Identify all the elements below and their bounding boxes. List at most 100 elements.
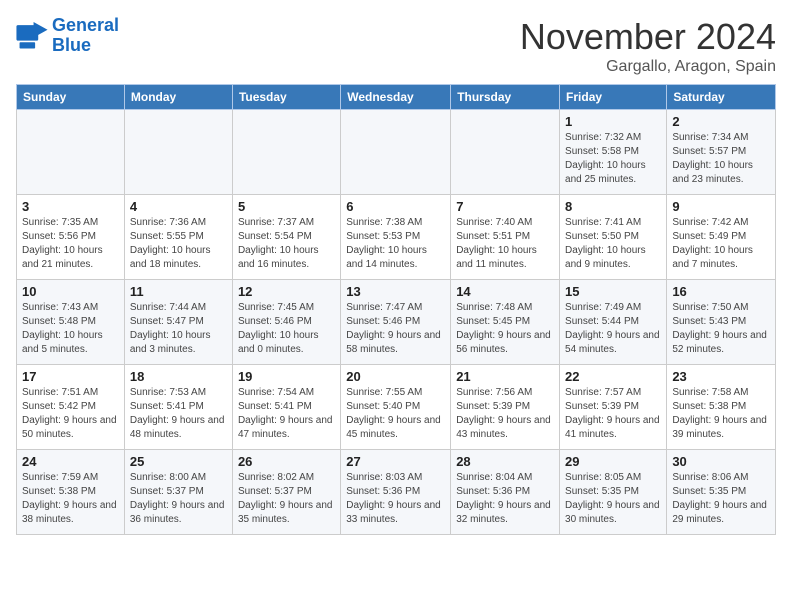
day-info: Sunrise: 7:56 AM Sunset: 5:39 PM Dayligh… <box>456 386 554 442</box>
day-info: Sunrise: 7:49 AM Sunset: 5:44 PM Dayligh… <box>565 301 661 357</box>
day-info: Sunrise: 7:58 AM Sunset: 5:38 PM Dayligh… <box>672 386 770 442</box>
calendar-day-cell: 27Sunrise: 8:03 AM Sunset: 5:36 PM Dayli… <box>341 450 451 535</box>
calendar-day-cell: 12 Sunrise: 7:45 AM Sunset: 5:46 PM Dayli… <box>232 280 340 365</box>
day-number: 1 <box>565 114 661 129</box>
day-info: Sunrise: 7:54 AM Sunset: 5:41 PM Dayligh… <box>238 386 335 442</box>
day-number: 7 <box>456 199 554 214</box>
calendar-day-cell: 20 Sunrise: 7:55 AM Sunset: 5:40 PM Dayli… <box>341 365 451 450</box>
day-number: 19 <box>238 369 335 384</box>
day-number: 3 <box>22 199 119 214</box>
logo-icon <box>16 22 48 50</box>
calendar-day-cell: 9 Sunrise: 7:42 AM Sunset: 5:49 PM Daylig… <box>667 195 776 280</box>
calendar-day-cell: 18 Sunrise: 7:53 AM Sunset: 5:41 PM Dayli… <box>124 365 232 450</box>
calendar-day-cell: 24 Sunrise: 7:59 AM Sunset: 5:38 PM Dayli… <box>17 450 125 535</box>
calendar-body: 1 Sunrise: 7:32 AM Sunset: 5:58 PM Daylig… <box>17 110 776 535</box>
day-number: 10 <box>22 284 119 299</box>
calendar-day-cell: 5Sunrise: 7:37 AM Sunset: 5:54 PM Daylig… <box>232 195 340 280</box>
calendar-day-cell: 14 Sunrise: 7:48 AM Sunset: 5:45 PM Dayli… <box>451 280 560 365</box>
day-number: 20 <box>346 369 445 384</box>
calendar-week-row: 3 Sunrise: 7:35 AM Sunset: 5:56 PM Daylig… <box>17 195 776 280</box>
day-number: 24 <box>22 454 119 469</box>
day-number: 23 <box>672 369 770 384</box>
day-info: Sunrise: 7:38 AM Sunset: 5:53 PM Dayligh… <box>346 216 445 272</box>
calendar-week-row: 1 Sunrise: 7:32 AM Sunset: 5:58 PM Daylig… <box>17 110 776 195</box>
calendar-day-cell <box>451 110 560 195</box>
day-info: Sunrise: 7:51 AM Sunset: 5:42 PM Dayligh… <box>22 386 119 442</box>
location-title: Gargallo, Aragon, Spain <box>520 58 776 76</box>
calendar-day-cell: 21Sunrise: 7:56 AM Sunset: 5:39 PM Dayli… <box>451 365 560 450</box>
day-info: Sunrise: 7:40 AM Sunset: 5:51 PM Dayligh… <box>456 216 554 272</box>
calendar-day-cell: 22 Sunrise: 7:57 AM Sunset: 5:39 PM Dayli… <box>560 365 667 450</box>
day-info: Sunrise: 7:48 AM Sunset: 5:45 PM Dayligh… <box>456 301 554 357</box>
day-number: 26 <box>238 454 335 469</box>
calendar-day-cell: 6Sunrise: 7:38 AM Sunset: 5:53 PM Daylig… <box>341 195 451 280</box>
calendar-week-row: 10 Sunrise: 7:43 AM Sunset: 5:48 PM Dayli… <box>17 280 776 365</box>
day-number: 8 <box>565 199 661 214</box>
day-number: 15 <box>565 284 661 299</box>
day-info: Sunrise: 7:35 AM Sunset: 5:56 PM Dayligh… <box>22 216 119 272</box>
calendar-week-row: 24 Sunrise: 7:59 AM Sunset: 5:38 PM Dayli… <box>17 450 776 535</box>
calendar-day-cell: 30 Sunrise: 8:06 AM Sunset: 5:35 PM Dayli… <box>667 450 776 535</box>
weekday-header-cell: Monday <box>124 85 232 110</box>
calendar-day-cell: 17 Sunrise: 7:51 AM Sunset: 5:42 PM Dayli… <box>17 365 125 450</box>
day-number: 25 <box>130 454 227 469</box>
calendar-day-cell: 7 Sunrise: 7:40 AM Sunset: 5:51 PM Daylig… <box>451 195 560 280</box>
weekday-header-cell: Thursday <box>451 85 560 110</box>
day-number: 29 <box>565 454 661 469</box>
day-info: Sunrise: 7:32 AM Sunset: 5:58 PM Dayligh… <box>565 131 661 187</box>
day-info: Sunrise: 7:45 AM Sunset: 5:46 PM Dayligh… <box>238 301 335 357</box>
day-number: 30 <box>672 454 770 469</box>
day-info: Sunrise: 7:34 AM Sunset: 5:57 PM Dayligh… <box>672 131 770 187</box>
calendar-day-cell: 15 Sunrise: 7:49 AM Sunset: 5:44 PM Dayli… <box>560 280 667 365</box>
weekday-header-cell: Sunday <box>17 85 125 110</box>
calendar-day-cell: 28 Sunrise: 8:04 AM Sunset: 5:36 PM Dayli… <box>451 450 560 535</box>
day-number: 17 <box>22 369 119 384</box>
day-number: 22 <box>565 369 661 384</box>
calendar-day-cell <box>124 110 232 195</box>
title-block: November 2024 Gargallo, Aragon, Spain <box>520 16 776 76</box>
calendar-week-row: 17 Sunrise: 7:51 AM Sunset: 5:42 PM Dayli… <box>17 365 776 450</box>
day-number: 28 <box>456 454 554 469</box>
day-info: Sunrise: 8:04 AM Sunset: 5:36 PM Dayligh… <box>456 471 554 527</box>
day-info: Sunrise: 8:05 AM Sunset: 5:35 PM Dayligh… <box>565 471 661 527</box>
day-info: Sunrise: 7:43 AM Sunset: 5:48 PM Dayligh… <box>22 301 119 357</box>
day-info: Sunrise: 7:53 AM Sunset: 5:41 PM Dayligh… <box>130 386 227 442</box>
day-info: Sunrise: 7:36 AM Sunset: 5:55 PM Dayligh… <box>130 216 227 272</box>
day-info: Sunrise: 7:44 AM Sunset: 5:47 PM Dayligh… <box>130 301 227 357</box>
calendar-day-cell: 1 Sunrise: 7:32 AM Sunset: 5:58 PM Daylig… <box>560 110 667 195</box>
day-info: Sunrise: 7:42 AM Sunset: 5:49 PM Dayligh… <box>672 216 770 272</box>
day-info: Sunrise: 7:37 AM Sunset: 5:54 PM Dayligh… <box>238 216 335 272</box>
day-number: 14 <box>456 284 554 299</box>
calendar-day-cell: 13Sunrise: 7:47 AM Sunset: 5:46 PM Dayli… <box>341 280 451 365</box>
day-number: 11 <box>130 284 227 299</box>
day-info: Sunrise: 7:59 AM Sunset: 5:38 PM Dayligh… <box>22 471 119 527</box>
calendar-day-cell: 25Sunrise: 8:00 AM Sunset: 5:37 PM Dayli… <box>124 450 232 535</box>
day-number: 12 <box>238 284 335 299</box>
month-title: November 2024 <box>520 16 776 58</box>
day-number: 13 <box>346 284 445 299</box>
day-info: Sunrise: 7:55 AM Sunset: 5:40 PM Dayligh… <box>346 386 445 442</box>
day-info: Sunrise: 8:06 AM Sunset: 5:35 PM Dayligh… <box>672 471 770 527</box>
day-number: 18 <box>130 369 227 384</box>
calendar-day-cell: 3 Sunrise: 7:35 AM Sunset: 5:56 PM Daylig… <box>17 195 125 280</box>
calendar-day-cell <box>17 110 125 195</box>
calendar-day-cell: 29 Sunrise: 8:05 AM Sunset: 5:35 PM Dayli… <box>560 450 667 535</box>
calendar-day-cell: 23 Sunrise: 7:58 AM Sunset: 5:38 PM Dayli… <box>667 365 776 450</box>
calendar-day-cell <box>341 110 451 195</box>
weekday-header-cell: Saturday <box>667 85 776 110</box>
calendar-day-cell: 8Sunrise: 7:41 AM Sunset: 5:50 PM Daylig… <box>560 195 667 280</box>
calendar-table: SundayMondayTuesdayWednesdayThursdayFrid… <box>16 84 776 535</box>
header-area: General Blue November 2024 Gargallo, Ara… <box>16 16 776 76</box>
day-number: 9 <box>672 199 770 214</box>
day-number: 2 <box>672 114 770 129</box>
calendar-day-cell: 26Sunrise: 8:02 AM Sunset: 5:37 PM Dayli… <box>232 450 340 535</box>
day-info: Sunrise: 7:57 AM Sunset: 5:39 PM Dayligh… <box>565 386 661 442</box>
day-number: 27 <box>346 454 445 469</box>
day-number: 4 <box>130 199 227 214</box>
calendar-day-cell: 11 Sunrise: 7:44 AM Sunset: 5:47 PM Dayli… <box>124 280 232 365</box>
calendar-day-cell: 4 Sunrise: 7:36 AM Sunset: 5:55 PM Daylig… <box>124 195 232 280</box>
calendar-day-cell <box>232 110 340 195</box>
weekday-header-cell: Tuesday <box>232 85 340 110</box>
calendar-day-cell: 2 Sunrise: 7:34 AM Sunset: 5:57 PM Daylig… <box>667 110 776 195</box>
calendar-day-cell: 10 Sunrise: 7:43 AM Sunset: 5:48 PM Dayli… <box>17 280 125 365</box>
